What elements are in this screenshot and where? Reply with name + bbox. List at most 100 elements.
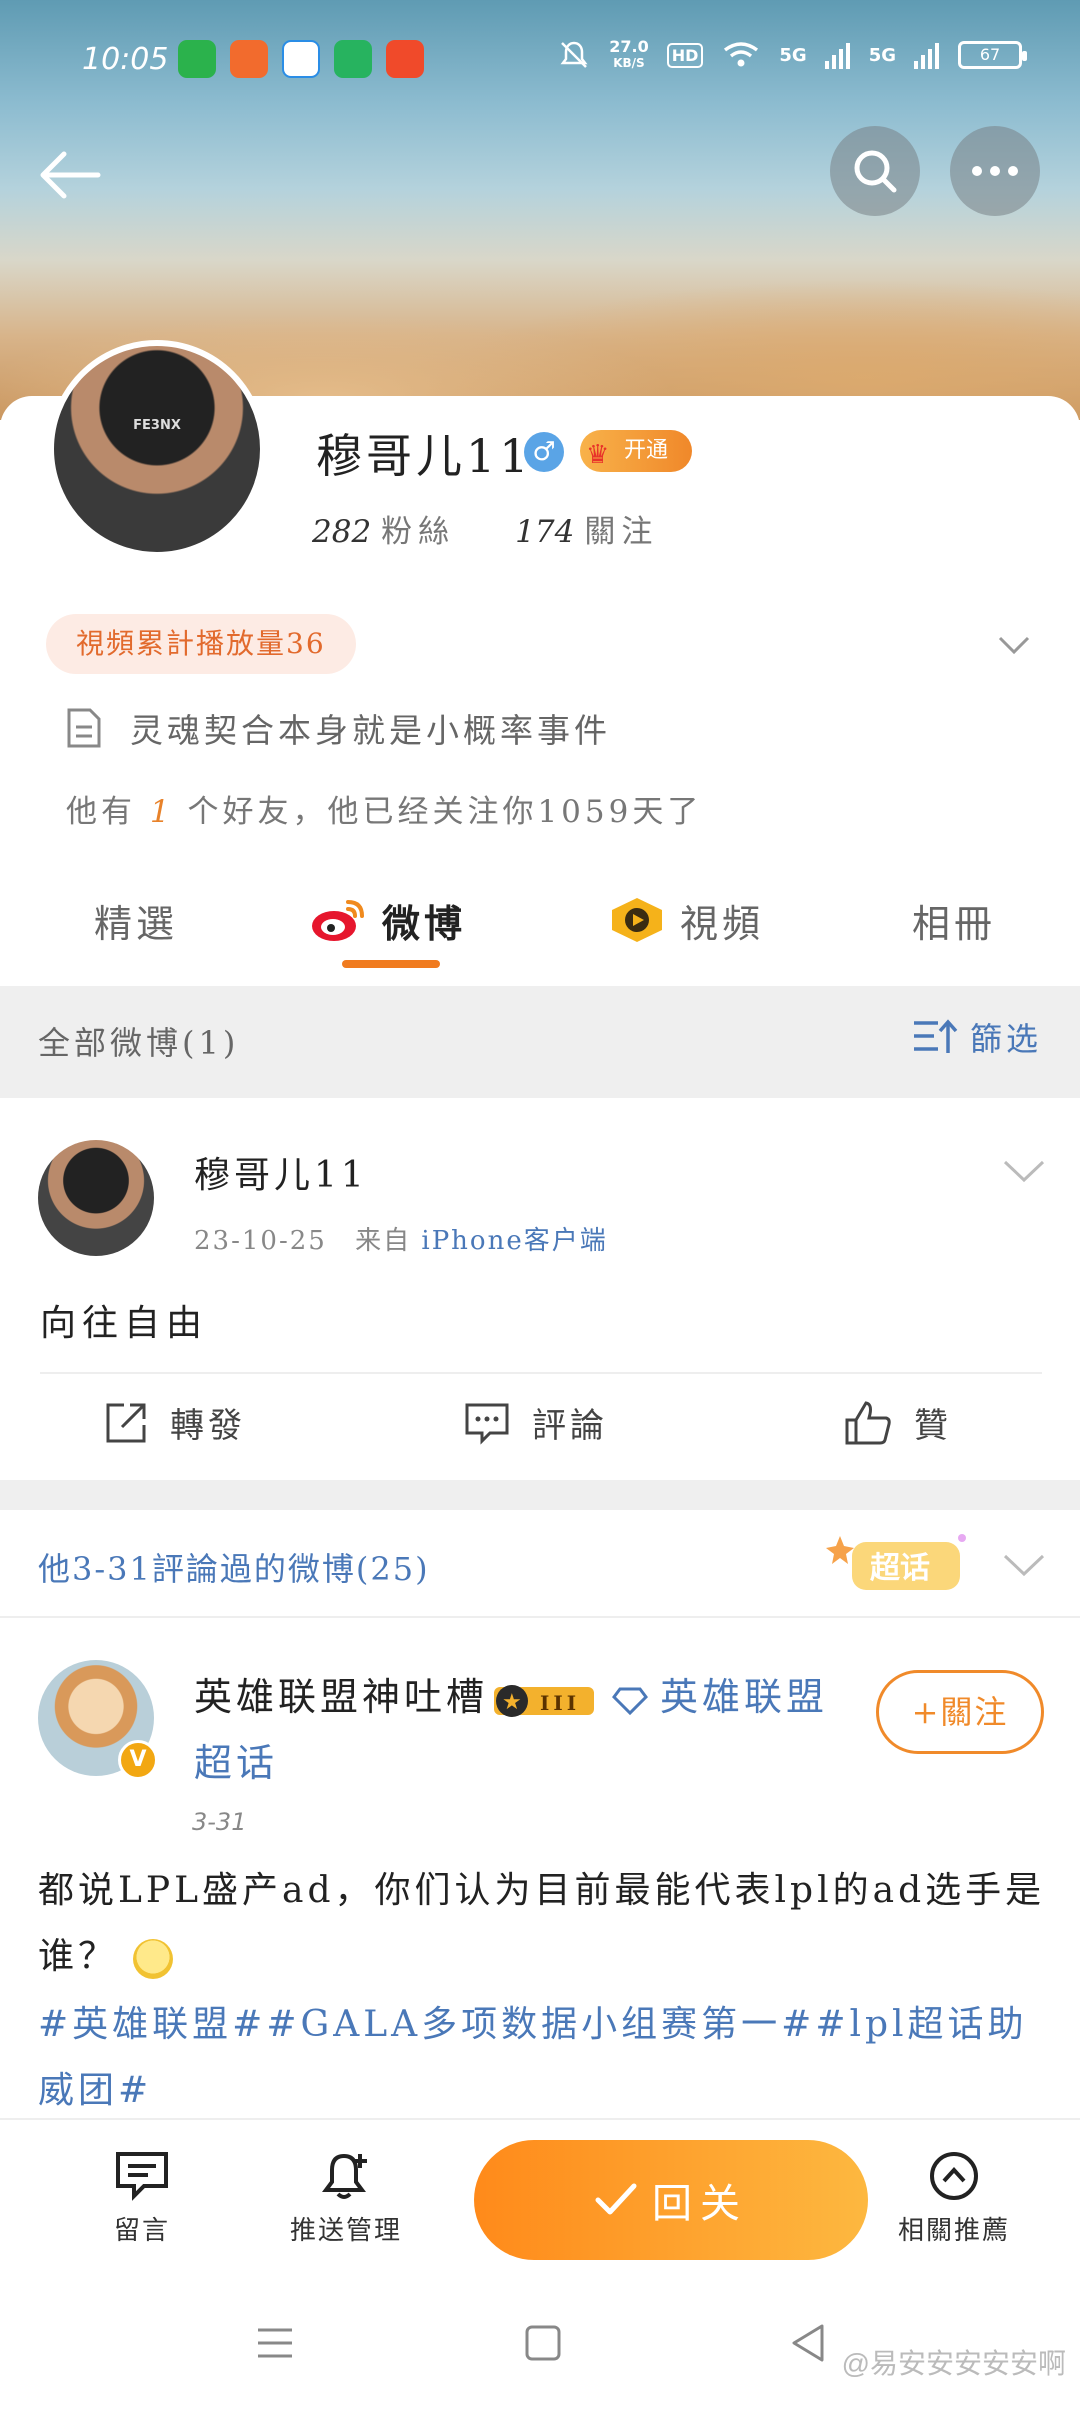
back-button[interactable]	[36, 140, 106, 210]
follow-back-label: 回关	[652, 2181, 748, 2227]
more-dots-icon	[972, 166, 1018, 176]
push-settings-button[interactable]: 推送管理	[266, 2150, 426, 2247]
post-author-name[interactable]: 穆哥儿11	[194, 1146, 368, 1198]
push-settings-label: 推送管理	[289, 2216, 402, 2246]
signal-icon-1	[824, 43, 850, 69]
commented-posts-header[interactable]: 他3-31評論過的微博(25) 超话	[0, 1510, 1080, 1618]
weibo-logo-icon	[312, 900, 364, 941]
follow-back-button[interactable]: 回关	[474, 2140, 868, 2260]
post-options-button[interactable]	[1002, 1156, 1046, 1186]
video-app-icon	[386, 40, 424, 78]
post-author-avatar[interactable]	[38, 1140, 154, 1256]
filter-sort-icon	[913, 1019, 958, 1053]
filter-button[interactable]: 篩选	[912, 1014, 1042, 1060]
signal-icon-2	[914, 43, 939, 69]
search-button[interactable]	[830, 126, 920, 216]
active-tab-indicator	[342, 960, 440, 968]
tab-featured-label: 精選	[94, 901, 179, 946]
tab-featured[interactable]: 精選	[94, 880, 178, 960]
related-recommend-button[interactable]: 相關推薦	[874, 2150, 1034, 2247]
tab-weibo[interactable]: 微博	[310, 880, 466, 960]
post2-author-name[interactable]: 英雄联盟神吐槽	[194, 1675, 488, 1719]
section-expand-button[interactable]	[1002, 1550, 1046, 1580]
battery-indicator: 67	[958, 41, 1027, 69]
profile-username: 穆哥儿11	[316, 429, 533, 483]
divider	[40, 1372, 1042, 1374]
followers-label: 粉絲	[381, 514, 456, 550]
hd-badge: HD	[666, 42, 704, 68]
status-bar: 10:05 27.0 KB/S HD 5G 5G 67	[0, 30, 1080, 94]
thinking-emoji-icon	[133, 1939, 174, 1979]
message-button[interactable]: 留言	[62, 2150, 222, 2247]
play-count-badge[interactable]: 視頻累計播放量36	[46, 614, 356, 674]
vip-open-button[interactable]: ♛ 开通	[580, 430, 692, 472]
profile-avatar[interactable]: FE3NX	[48, 340, 266, 558]
back-arrow-icon	[40, 151, 101, 199]
tab-video-label: 視頻	[680, 901, 765, 946]
mute-icon	[560, 41, 588, 68]
like-button[interactable]: 贊	[844, 1398, 952, 1447]
profile-tabs: 精選 微博 視頻 相冊	[0, 880, 1080, 980]
follow-button[interactable]: +關注	[876, 1670, 1044, 1754]
tab-weibo-label: 微博	[382, 900, 467, 946]
taobao-icon	[230, 40, 268, 78]
friends-count: 1	[149, 794, 174, 830]
video-play-icon	[612, 898, 662, 942]
following-count: 174	[515, 514, 575, 550]
wifi-icon	[724, 42, 759, 67]
super-topic-sticker-label: 超话	[870, 1551, 930, 1586]
super-topic-diamond-icon	[612, 1687, 648, 1715]
filter-label: 篩选	[969, 1020, 1042, 1058]
related-recommend-label: 相關推薦	[897, 2216, 1010, 2246]
fan-level-text: III	[540, 1691, 580, 1715]
status-time: 10:05	[82, 42, 169, 77]
message-icon	[116, 2152, 168, 2201]
bottom-action-bar: 留言 推送管理 回关 相關推薦	[0, 2118, 1080, 2278]
post-date: 23-10-25	[194, 1226, 327, 1256]
repost-button[interactable]: 轉發	[104, 1398, 246, 1447]
post-source[interactable]: iPhone客户端	[421, 1226, 607, 1256]
following-label: 關注	[584, 514, 659, 550]
share-icon	[106, 1403, 146, 1442]
net-speed-unit: KB/S	[613, 56, 645, 70]
watermark: @易安安安安安啊	[841, 2348, 1066, 2379]
menu-icon[interactable]	[250, 2318, 300, 2368]
more-options-button[interactable]	[950, 126, 1040, 216]
avatar-cap-logo: FE3NX	[133, 418, 181, 433]
fan-level-badge-icon: ★ III	[494, 1684, 595, 1717]
post-actions: 轉發 評論 贊	[0, 1398, 1080, 1468]
following-stat[interactable]: 174 關注	[515, 506, 658, 551]
tab-video[interactable]: 視頻	[608, 880, 764, 960]
commented-posts-title: 他3-31評論過的微博(25)	[38, 1550, 430, 1588]
signal-label-2: 5G	[868, 44, 896, 66]
chevron-down-icon	[1003, 1160, 1045, 1183]
tab-album[interactable]: 相冊	[912, 880, 996, 960]
post2-author-line: 英雄联盟神吐槽 ★ III 英雄联盟超话	[194, 1664, 834, 1796]
svg-text:★: ★	[502, 1690, 526, 1715]
post2-time: 3-31	[192, 1808, 247, 1836]
gender-male-icon: ♂	[524, 432, 564, 472]
wechat-miniapp-icon	[334, 40, 372, 78]
verified-badge-icon: V	[118, 1740, 158, 1780]
home-square-icon[interactable]	[518, 2318, 568, 2368]
search-icon	[854, 150, 897, 193]
weibo-post[interactable]: 穆哥儿11 23-10-25 来自 iPhone客户端 向往自由 轉發 評論 贊	[0, 1098, 1080, 1480]
commented-weibo-post[interactable]: V 英雄联盟神吐槽 ★ III 英雄联盟超话 +關注 3-31 都说LPL盛产ad，你…	[0, 1618, 1080, 2118]
comment-button[interactable]: 評論	[464, 1398, 608, 1447]
back-triangle-icon[interactable]	[784, 2318, 834, 2368]
followers-stat[interactable]: 282 粉絲	[312, 506, 455, 551]
message-label: 留言	[113, 2216, 170, 2246]
mutual-friends-row[interactable]: 他有 1 个好友，他已经关注你1059天了	[66, 786, 702, 831]
tab-album-label: 相冊	[912, 901, 997, 946]
checkmark-icon	[595, 2183, 637, 2215]
post2-hashtags[interactable]: #英雄联盟##GALA多项数据小组赛第一##lpl超话助威团#	[38, 1992, 1048, 2124]
bell-plus-icon	[322, 2153, 367, 2199]
post-source-prefix: 来自	[355, 1226, 412, 1256]
bio-text: 灵魂契合本身就是小概率事件	[130, 711, 611, 750]
expand-profile-button[interactable]	[994, 624, 1034, 664]
friends-prefix: 他有	[66, 794, 136, 830]
like-label: 贊	[914, 1406, 952, 1446]
friends-suffix: 个好友，他已经关注你1059天了	[187, 794, 703, 830]
post-meta: 23-10-25 来自 iPhone客户端	[194, 1220, 608, 1257]
thumbs-up-icon	[845, 1400, 891, 1444]
